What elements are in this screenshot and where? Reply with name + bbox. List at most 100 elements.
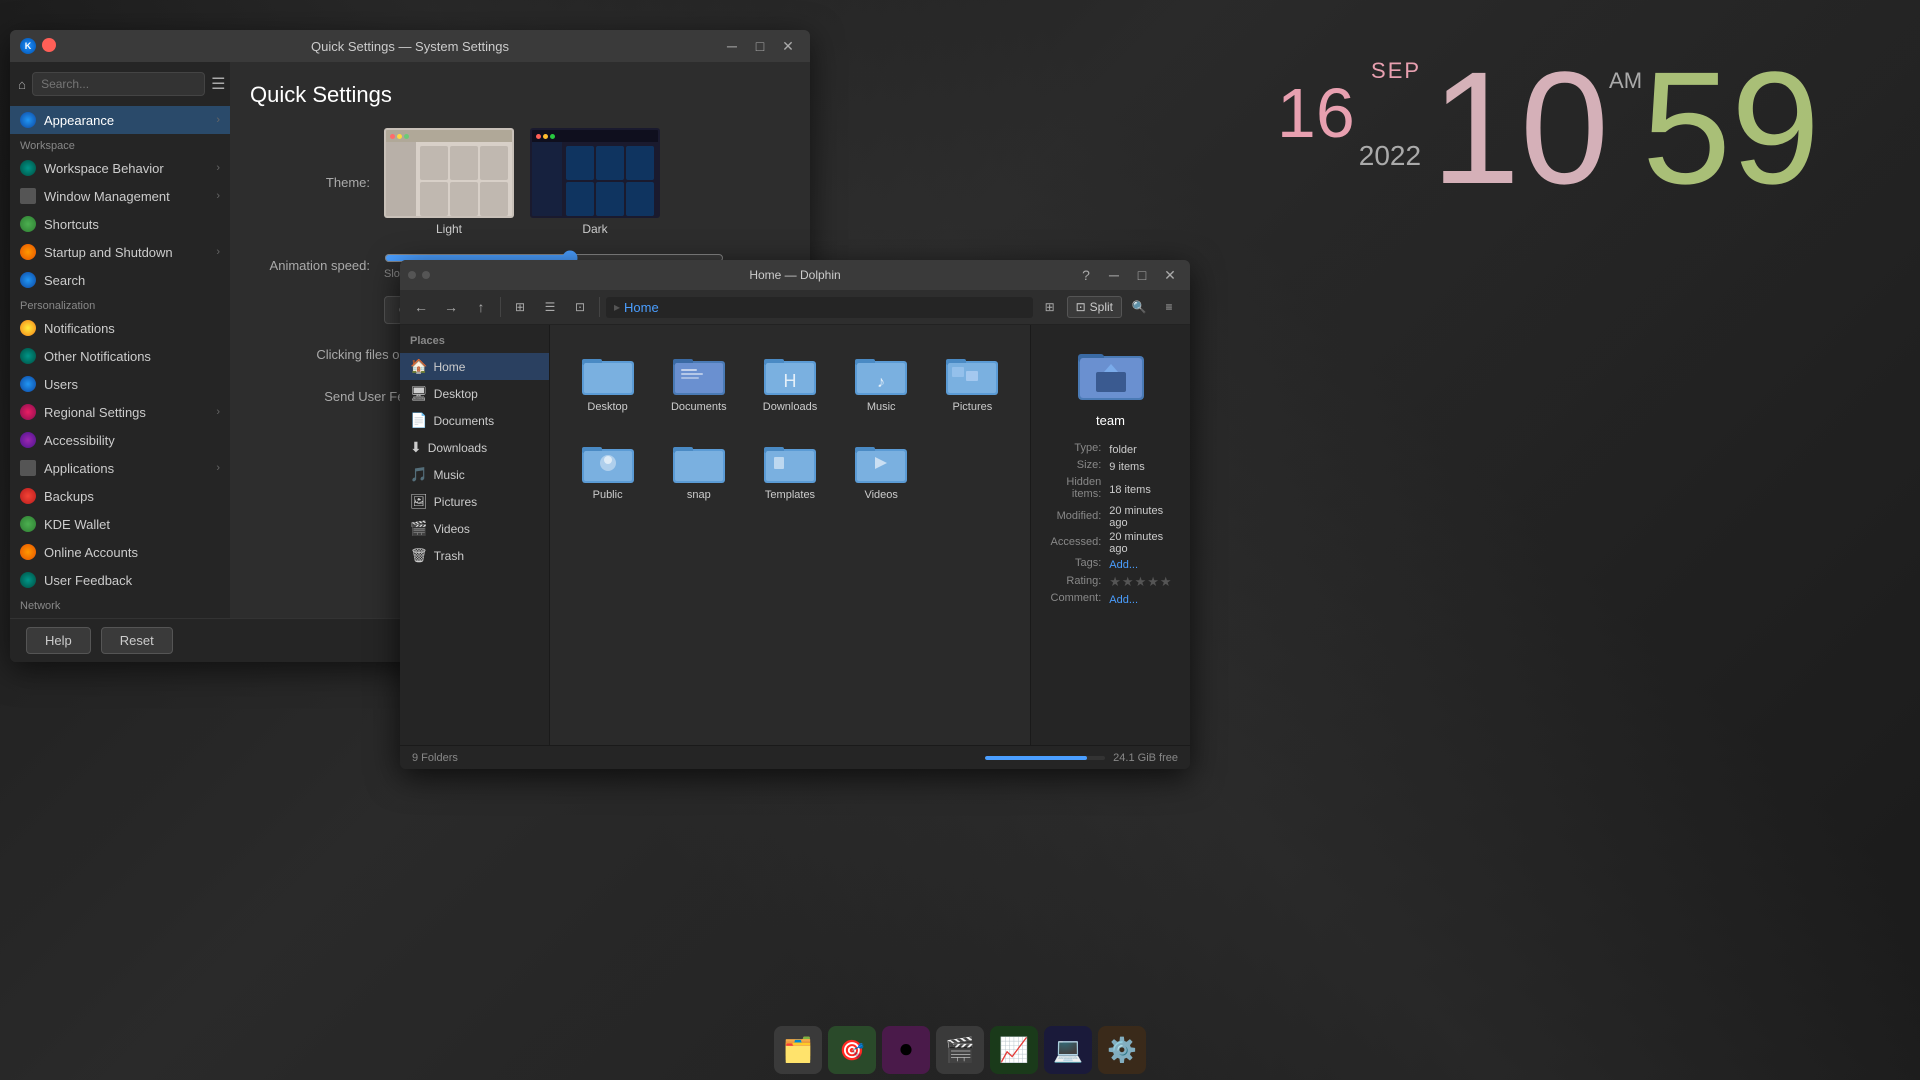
sidebar-trash[interactable]: 🗑 Trash — [400, 542, 549, 569]
window-close-x-button[interactable]: ✕ — [776, 36, 800, 56]
startup-icon — [20, 244, 36, 260]
sidebar-menu-button[interactable]: ☰ — [211, 74, 225, 94]
arrow-icon: › — [216, 246, 220, 258]
file-item-videos[interactable]: Videos — [840, 429, 923, 509]
sidebar-item-startup[interactable]: Startup and Shutdown › — [10, 238, 230, 266]
dolphin-grid-view-button[interactable]: ⊞ — [507, 294, 533, 320]
dolphin-maximize-button[interactable]: □ — [1130, 265, 1154, 285]
sidebar-item-users[interactable]: Users — [10, 370, 230, 398]
sidebar-search-input[interactable] — [32, 72, 205, 96]
taskbar-terminal[interactable]: 💻 — [1044, 1026, 1092, 1074]
taskbar-kde[interactable]: 🎯 — [828, 1026, 876, 1074]
sidebar-item-label: Music — [433, 468, 464, 482]
path-home[interactable]: Home — [624, 300, 659, 315]
window-minimize-button[interactable]: ─ — [720, 36, 744, 56]
rating-stars[interactable]: ★★★★★ — [1109, 574, 1172, 589]
file-name: Templates — [765, 489, 815, 501]
workspace-section-label: Workspace — [10, 134, 230, 154]
info-folder-icon — [1076, 337, 1146, 407]
taskbar-monitor[interactable]: 📈 — [990, 1026, 1038, 1074]
sidebar-item-applications[interactable]: Applications › — [10, 454, 230, 482]
dolphin-search-button[interactable]: 🔍 — [1126, 294, 1152, 320]
file-item-documents[interactable]: Documents — [657, 341, 740, 421]
animation-label: Animation speed: — [250, 258, 370, 273]
modified-label: Modified: — [1043, 505, 1107, 529]
search-icon — [20, 272, 36, 288]
sidebar-item-other-notifications[interactable]: Other Notifications — [10, 342, 230, 370]
sidebar-item-user-feedback[interactable]: User Feedback — [10, 566, 230, 594]
sidebar-item-appearance[interactable]: Appearance › — [10, 106, 230, 134]
help-button[interactable]: Help — [26, 627, 91, 654]
window-close-button[interactable] — [42, 38, 56, 52]
sidebar-item-backups[interactable]: Backups — [10, 482, 230, 510]
theme-name-dark: Dark — [582, 222, 607, 236]
theme-label: Theme: — [250, 175, 370, 190]
sidebar-item-workspace-behavior[interactable]: Workspace Behavior › — [10, 154, 230, 182]
file-item-music[interactable]: ♪ Music — [840, 341, 923, 421]
sidebar-videos[interactable]: 🎬 Videos — [400, 515, 549, 542]
dolphin-split-view-button[interactable]: ⊡ — [567, 294, 593, 320]
info-folder-preview: team — [1041, 337, 1180, 428]
sidebar-music[interactable]: 🎵 Music — [400, 461, 549, 488]
sidebar-item-search[interactable]: Search — [10, 266, 230, 294]
theme-option-dark[interactable]: Dark — [530, 128, 660, 236]
dolphin-forward-button[interactable]: → — [438, 294, 464, 320]
file-item-templates[interactable]: Templates — [748, 429, 831, 509]
reset-button[interactable]: Reset — [101, 627, 173, 654]
file-item-downloads[interactable]: H Downloads — [748, 341, 831, 421]
sidebar-item-online-accounts[interactable]: Online Accounts — [10, 538, 230, 566]
taskbar-settings[interactable]: ⚙️ — [1098, 1026, 1146, 1074]
taskbar-video[interactable]: 🎬 — [936, 1026, 984, 1074]
sidebar-item-label: Trash — [434, 549, 464, 563]
taskbar-files[interactable]: 🗂️ — [774, 1026, 822, 1074]
window-title: Quick Settings — System Settings — [311, 39, 509, 54]
sidebar-home[interactable]: 🏠 Home — [400, 353, 549, 380]
sidebar-item-label: Applications — [44, 461, 208, 476]
sidebar-home-button[interactable]: ⌂ — [18, 70, 26, 98]
sidebar-pictures[interactable]: 🖼 Pictures — [400, 488, 549, 515]
dolphin-help-button[interactable]: ? — [1074, 265, 1098, 285]
dolphin-panels-button[interactable]: ⊞ — [1037, 294, 1063, 320]
file-item-desktop[interactable]: Desktop — [566, 341, 649, 421]
type-label: Type: — [1043, 442, 1107, 457]
tags-add-link[interactable]: Add... — [1109, 559, 1138, 571]
sidebar-item-shortcuts[interactable]: Shortcuts — [10, 210, 230, 238]
sidebar-item-regional[interactable]: Regional Settings › — [10, 398, 230, 426]
dolphin-close-button[interactable]: ✕ — [1158, 265, 1182, 285]
rating-label: Rating: — [1043, 574, 1107, 590]
dolphin-list-view-button[interactable]: ☰ — [537, 294, 563, 320]
sidebar-item-accessibility[interactable]: Accessibility — [10, 426, 230, 454]
sidebar-item-window-management[interactable]: Window Management › — [10, 182, 230, 210]
file-name: Public — [593, 489, 623, 501]
dolphin-minimize-button[interactable]: ─ — [1102, 265, 1126, 285]
dolphin-toolbar-right: ⊞ ⊡ Split 🔍 ≡ — [1037, 294, 1182, 320]
sidebar-desktop[interactable]: 🖥 Desktop — [400, 380, 549, 407]
split-icon: ⊡ — [1076, 300, 1086, 314]
dolphin-menu-button[interactable]: ≡ — [1156, 294, 1182, 320]
taskbar: 🗂️ 🎯 ⏺ 🎬 📈 💻 ⚙️ — [0, 1020, 1920, 1080]
file-item-snap[interactable]: snap — [657, 429, 740, 509]
sidebar-downloads[interactable]: ⬇ Downloads — [400, 434, 549, 461]
info-row-tags: Tags: Add... — [1043, 557, 1178, 572]
sidebar-item-kde-wallet[interactable]: KDE Wallet — [10, 510, 230, 538]
file-item-public[interactable]: Public — [566, 429, 649, 509]
sidebar-item-notifications[interactable]: Notifications — [10, 314, 230, 342]
dolphin-split-button[interactable]: ⊡ Split — [1067, 296, 1122, 318]
theme-option-light[interactable]: Light — [384, 128, 514, 236]
window-maximize-button[interactable]: □ — [748, 36, 772, 56]
info-row-size: Size: 9 items — [1043, 459, 1178, 474]
dolphin-up-button[interactable]: ↑ — [468, 294, 494, 320]
dolphin-back-button[interactable]: ← — [408, 294, 434, 320]
taskbar-media[interactable]: ⏺ — [882, 1026, 930, 1074]
file-item-pictures[interactable]: Pictures — [931, 341, 1014, 421]
sidebar-documents[interactable]: 📄 Documents — [400, 407, 549, 434]
comment-add-link[interactable]: Add... — [1109, 594, 1138, 606]
clock-ampm: AM — [1609, 70, 1642, 92]
dolphin-titlebar: Home — Dolphin ? ─ □ ✕ — [400, 260, 1190, 290]
dolphin-win-controls: ? ─ □ ✕ — [1074, 265, 1182, 285]
folder-icon — [580, 349, 636, 397]
sidebar-item-connections[interactable]: Connections — [10, 614, 230, 618]
folder-icon: H — [762, 349, 818, 397]
users-icon — [20, 376, 36, 392]
folder-icon — [580, 437, 636, 485]
